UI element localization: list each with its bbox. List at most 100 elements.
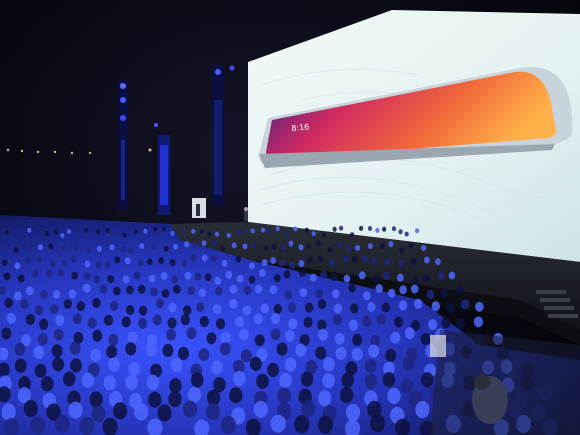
audience-head [50, 260, 56, 268]
audience-head [415, 401, 430, 419]
audience-head [91, 405, 106, 423]
audience-head [261, 227, 266, 233]
audience-head [376, 313, 386, 325]
audience-head [412, 276, 420, 285]
audience-head [146, 258, 153, 266]
audience-head [359, 225, 364, 231]
audience-head [364, 373, 378, 390]
audience-head [285, 329, 295, 342]
audience-head [330, 273, 338, 281]
audience-head [128, 362, 141, 377]
audience-head [233, 370, 246, 387]
audience-head [243, 228, 248, 234]
audience-head [26, 286, 34, 296]
audience-head [270, 328, 281, 341]
audience-head [46, 269, 53, 278]
audience-head [163, 245, 169, 252]
audience-head [191, 372, 204, 388]
audience-head [263, 244, 269, 251]
audience-head [25, 313, 35, 325]
audience-head [317, 415, 333, 434]
audience-head [342, 255, 349, 263]
audience-head [51, 344, 63, 358]
audience-head [229, 284, 238, 294]
audience-head [219, 342, 231, 356]
audience-head [170, 357, 183, 372]
audience-head [236, 274, 244, 283]
audience-head [187, 286, 195, 296]
audience-head [253, 400, 268, 418]
audience-head [3, 272, 11, 281]
audience-head [60, 233, 65, 238]
audience-head [33, 345, 45, 359]
audience-head [74, 228, 79, 234]
audience-head [311, 231, 316, 237]
audience-head [304, 227, 309, 233]
audience-head [270, 414, 286, 433]
audience-head [190, 254, 197, 262]
audience-head [387, 288, 396, 298]
audience-head [52, 357, 64, 372]
audience-head [456, 318, 466, 329]
audience-head [83, 283, 91, 293]
audience-head [29, 416, 46, 435]
audience-head [103, 314, 114, 326]
audience-head [138, 305, 148, 316]
audience-head [423, 274, 430, 283]
audience-head [150, 287, 158, 297]
audience-head [408, 242, 414, 249]
audience-head [14, 342, 26, 356]
audience-head [284, 290, 293, 300]
audience-head [242, 305, 252, 316]
audience-head [182, 228, 187, 234]
audience-head [229, 387, 243, 404]
audience-head [36, 255, 43, 263]
audience-head [161, 289, 170, 298]
audience-head [367, 226, 373, 231]
audience-head [53, 229, 59, 235]
audience-head [49, 304, 59, 315]
audience-head [304, 302, 314, 313]
audience-head [341, 372, 355, 388]
light-tower-left [118, 80, 128, 210]
audience-head [431, 301, 440, 312]
audience-head [87, 317, 97, 329]
audience-head [301, 400, 316, 418]
audience-head [293, 226, 298, 232]
audience-head [44, 230, 49, 236]
audience-head [299, 288, 308, 298]
audience-head [23, 399, 38, 418]
audience-head [187, 386, 202, 403]
audience-head [63, 299, 72, 309]
audience-head [145, 343, 157, 357]
audience-head [279, 259, 285, 267]
audience-head [299, 269, 306, 278]
audience-head [41, 376, 54, 392]
audience-head [4, 298, 13, 308]
audience-head [31, 269, 39, 278]
audience-head [214, 231, 220, 237]
audience-head [182, 400, 197, 418]
audience-head [17, 274, 25, 283]
audience-head [421, 372, 434, 388]
audience-head [133, 271, 141, 280]
audience-head [381, 302, 391, 313]
audience-head [283, 270, 291, 279]
audience-head [125, 375, 138, 391]
audience-head [440, 288, 449, 298]
audience-head [109, 300, 119, 311]
audience-head [13, 291, 22, 301]
audience-head [284, 232, 289, 238]
audience-head [351, 255, 358, 263]
audience-head [321, 232, 326, 238]
audience-head [243, 285, 252, 295]
audience-head [14, 262, 21, 270]
audience-head [173, 243, 179, 250]
audience-head [421, 245, 427, 251]
audience-head [212, 304, 222, 315]
audience-head [122, 275, 130, 284]
audience-head [201, 254, 208, 262]
audience-head [368, 344, 380, 358]
audience-head [70, 255, 77, 263]
audience-head [186, 327, 197, 340]
